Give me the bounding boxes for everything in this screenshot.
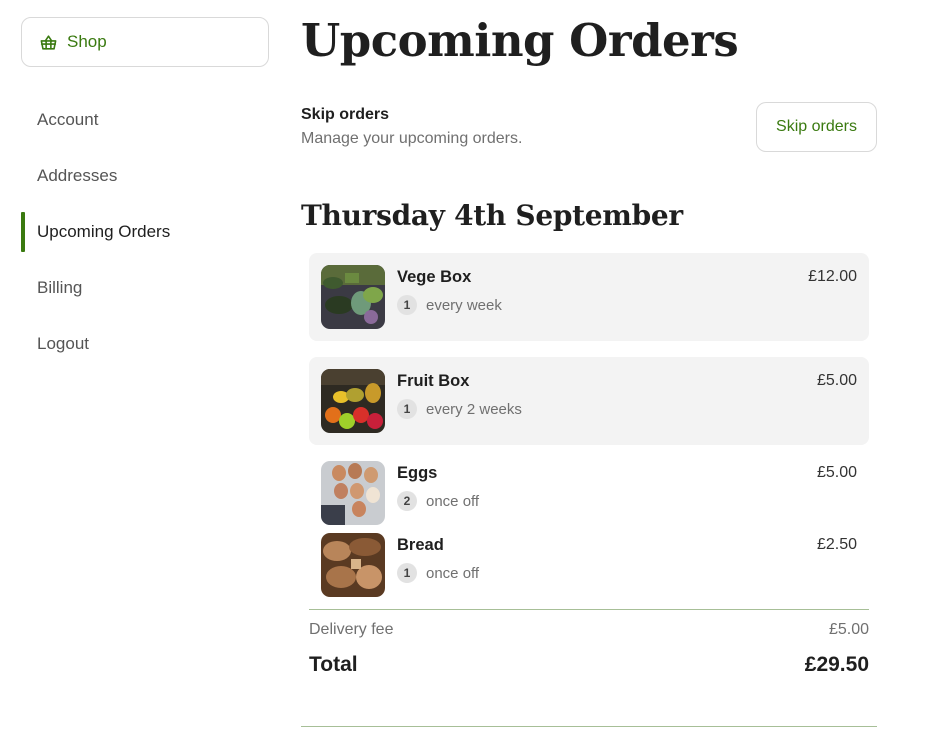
item-frequency: every 2 weeks <box>426 400 522 418</box>
skip-orders-heading: Skip orders <box>301 106 390 123</box>
order-item-eggs[interactable]: Eggs 2 once off £5.00 <box>309 449 869 525</box>
item-name: Fruit Box <box>397 372 470 390</box>
nav-item-logout[interactable]: Logout <box>21 316 269 372</box>
quantity-badge: 2 <box>397 491 417 511</box>
nav-item-upcoming-orders[interactable]: Upcoming Orders <box>21 204 269 260</box>
nav-item-account[interactable]: Account <box>21 92 269 148</box>
nav-item-label: Upcoming Orders <box>37 222 171 241</box>
quantity-badge: 1 <box>397 295 417 315</box>
order-item-fruit-box[interactable]: Fruit Box 1 every 2 weeks £5.00 <box>309 357 869 445</box>
shop-button[interactable]: Shop <box>21 17 269 67</box>
item-meta: 2 once off <box>397 491 479 511</box>
basket-icon <box>39 33 58 52</box>
sidebar: Shop Account Addresses Upcoming Orders B… <box>21 17 269 353</box>
item-price: £5.00 <box>816 372 857 389</box>
eggs-image <box>321 461 385 525</box>
fruit-box-image <box>321 369 385 433</box>
delivery-fee-label: Delivery fee <box>309 621 394 638</box>
item-meta: 1 once off <box>397 563 479 583</box>
account-nav: Account Addresses Upcoming Orders Billin… <box>21 92 269 372</box>
item-meta: 1 every week <box>397 295 502 315</box>
nav-item-label: Logout <box>37 334 89 353</box>
nav-item-label: Account <box>37 110 99 129</box>
skip-orders-section: Skip orders Manage your upcoming orders. <box>301 106 522 148</box>
order-item-bread[interactable]: Bread 1 once off £2.50 <box>309 521 869 597</box>
delivery-fee-value: £5.00 <box>828 621 869 638</box>
item-meta: 1 every 2 weeks <box>397 399 522 419</box>
order-item-vege-box[interactable]: Vege Box 1 every week £12.00 <box>309 253 869 341</box>
skip-orders-description: Manage your upcoming orders. <box>301 130 523 147</box>
item-frequency: once off <box>426 564 480 582</box>
quantity-badge: 1 <box>397 563 417 583</box>
nav-item-addresses[interactable]: Addresses <box>21 148 269 204</box>
total-value: £29.50 <box>804 653 869 676</box>
order-date-heading: Thursday 4th September <box>301 199 683 232</box>
summary-divider <box>309 609 869 610</box>
section-divider <box>301 726 877 727</box>
item-name: Bread <box>397 536 444 554</box>
item-price: £2.50 <box>816 536 857 553</box>
page-title: Upcoming Orders <box>301 14 739 67</box>
bread-image <box>321 533 385 597</box>
total-label: Total <box>309 653 358 676</box>
item-name: Vege Box <box>397 268 472 286</box>
item-price: £12.00 <box>808 268 857 285</box>
vegetable-box-image <box>321 265 385 329</box>
skip-orders-button[interactable]: Skip orders <box>756 102 877 152</box>
item-price: £5.00 <box>816 464 857 481</box>
item-name: Eggs <box>397 464 438 482</box>
nav-item-billing[interactable]: Billing <box>21 260 269 316</box>
item-frequency: every week <box>426 296 502 314</box>
shop-label: Shop <box>67 32 107 51</box>
nav-item-label: Billing <box>37 278 83 297</box>
item-frequency: once off <box>426 492 480 510</box>
quantity-badge: 1 <box>397 399 417 419</box>
nav-item-label: Addresses <box>37 166 118 185</box>
